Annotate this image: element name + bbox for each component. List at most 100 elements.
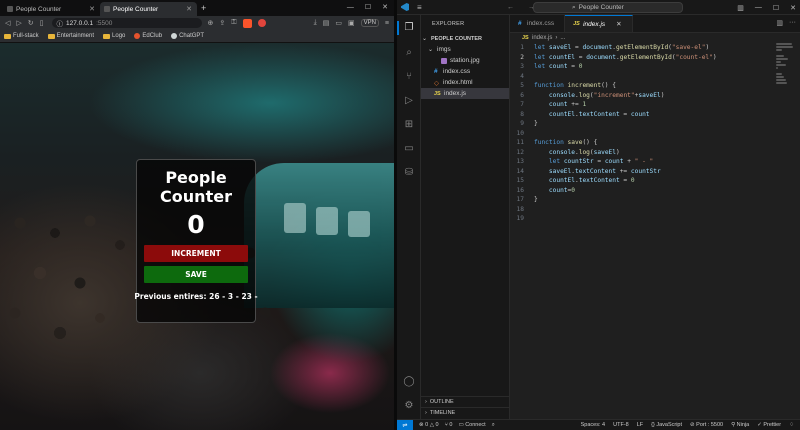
run-debug-icon[interactable]: ▷ bbox=[403, 95, 415, 107]
connect-button[interactable]: ▭ Connect bbox=[458, 422, 485, 428]
wallet-icon[interactable]: ▣ bbox=[348, 19, 355, 27]
maximize-icon[interactable]: ☐ bbox=[773, 4, 779, 12]
code-line[interactable]: 13 let countStr = count + " - " bbox=[510, 157, 770, 167]
code-line[interactable]: 4 bbox=[510, 72, 770, 82]
address-bar[interactable]: ⓘ 127.0.0.1:5500 bbox=[51, 18, 202, 28]
forward-icon[interactable]: ▷ bbox=[16, 19, 21, 27]
code-line[interactable]: 5 function increment() { bbox=[510, 81, 770, 91]
download-icon[interactable]: ⤓ bbox=[314, 19, 317, 27]
command-center-search[interactable]: ⌕ People Counter bbox=[533, 2, 683, 13]
ports-indicator[interactable]: ⑂ 0 bbox=[445, 422, 453, 428]
code-editor[interactable]: 1 let saveEl = document.getElementById("s… bbox=[510, 43, 770, 224]
bookmark-icon[interactable]: ▯ bbox=[40, 19, 44, 27]
bookmark-chatgpt[interactable]: ChatGPT bbox=[171, 33, 204, 39]
code-line[interactable]: 10 bbox=[510, 129, 770, 139]
share-icon[interactable]: ⇪ bbox=[219, 19, 225, 27]
menu-icon[interactable]: ≡ bbox=[417, 3, 422, 12]
close-tab-icon[interactable]: ✕ bbox=[89, 5, 95, 13]
code-text: function increment() { bbox=[534, 82, 616, 89]
settings-gear-icon[interactable]: ⚙ bbox=[403, 400, 415, 412]
split-editor-icon[interactable]: ▥ bbox=[776, 19, 783, 27]
code-line[interactable]: 2 let countEl = document.getElementById("… bbox=[510, 53, 770, 63]
bookmark-full-stack[interactable]: Full-stack bbox=[4, 33, 39, 39]
zoom-icon[interactable]: ⊕ bbox=[208, 19, 214, 27]
code-line[interactable]: 11 function save() { bbox=[510, 138, 770, 148]
close-window-icon[interactable]: ✕ bbox=[382, 3, 388, 11]
status-right: Spaces: 4 UTF-8 LF {} JavaScript ⊘ Port … bbox=[581, 422, 800, 428]
increment-button[interactable]: INCREMENT bbox=[144, 245, 248, 262]
count-display: 0 bbox=[187, 210, 205, 239]
prettier-indicator[interactable]: ✓ Prettier bbox=[757, 422, 781, 428]
back-icon[interactable]: ◁ bbox=[5, 19, 10, 27]
close-tab-icon[interactable]: ✕ bbox=[616, 20, 621, 28]
new-tab-icon[interactable]: + bbox=[201, 2, 206, 16]
close-window-icon[interactable]: ✕ bbox=[790, 4, 796, 12]
code-line[interactable]: 16 count=0 bbox=[510, 186, 770, 196]
account-icon[interactable]: ◯ bbox=[403, 376, 415, 388]
project-folder[interactable]: ⌄ PEOPLE COUNTER bbox=[421, 33, 509, 44]
bookmark-logo[interactable]: Logo bbox=[103, 33, 125, 39]
bookmark-entertainment[interactable]: Entertainment bbox=[47, 33, 94, 39]
remote-indicator-icon[interactable]: ⇌ bbox=[397, 419, 413, 430]
more-actions-icon[interactable]: ··· bbox=[789, 19, 796, 27]
maximize-icon[interactable]: ☐ bbox=[365, 3, 371, 11]
code-line[interactable]: 14 saveEl.textContent += countStr bbox=[510, 167, 770, 177]
eol-indicator[interactable]: LF bbox=[637, 422, 643, 428]
file-index-js[interactable]: JS index.js bbox=[421, 88, 509, 99]
menu-icon[interactable]: ≡ bbox=[385, 20, 389, 27]
extensions-icon[interactable]: ▤ bbox=[323, 19, 330, 27]
code-line[interactable]: 3 let count = 0 bbox=[510, 62, 770, 72]
encoding-indicator[interactable]: UTF-8 bbox=[613, 422, 629, 428]
code-line[interactable]: 6 console.log("increment"+saveEl) bbox=[510, 91, 770, 101]
code-line[interactable]: 9} bbox=[510, 119, 770, 129]
extensions-icon[interactable]: ⊞ bbox=[403, 119, 415, 131]
code-line[interactable]: 8 countEl.textContent = count bbox=[510, 110, 770, 120]
image-file-icon bbox=[441, 57, 447, 64]
folder-imgs[interactable]: ⌄ imgs bbox=[421, 44, 509, 55]
notifications-icon[interactable]: ♢ bbox=[789, 422, 794, 428]
problems-indicator[interactable]: ⊗ 0 △ 0 bbox=[419, 422, 439, 428]
save-button[interactable]: SAVE bbox=[144, 266, 248, 283]
code-line[interactable]: 15 countEl.textContent = 0 bbox=[510, 176, 770, 186]
tab-index-css[interactable]: # index.css bbox=[510, 15, 566, 32]
minimize-icon[interactable]: — bbox=[755, 4, 762, 11]
code-line[interactable]: 17} bbox=[510, 195, 770, 205]
source-control-icon[interactable]: ⑂ bbox=[403, 71, 415, 83]
file-index-html[interactable]: ◇ index.html bbox=[421, 77, 509, 88]
minimap[interactable] bbox=[776, 43, 794, 98]
code-line[interactable]: 18 bbox=[510, 205, 770, 215]
code-line[interactable]: 7 count += 1 bbox=[510, 100, 770, 110]
vpn-button[interactable]: VPN bbox=[360, 19, 379, 27]
tag-icon[interactable]: ⌕ bbox=[492, 422, 495, 429]
file-index-css[interactable]: # index.css bbox=[421, 66, 509, 77]
bookmark-edclub[interactable]: EdClub bbox=[134, 33, 162, 39]
indentation-indicator[interactable]: Spaces: 4 bbox=[581, 422, 605, 428]
language-indicator[interactable]: {} JavaScript bbox=[651, 422, 682, 428]
brave-rewards-icon[interactable] bbox=[257, 19, 266, 27]
minimize-icon[interactable]: — bbox=[347, 4, 354, 11]
brave-shields-icon[interactable] bbox=[242, 18, 252, 28]
code-line[interactable]: 1 let saveEl = document.getElementById("s… bbox=[510, 43, 770, 53]
code-line[interactable]: 12 console.log(saveEl) bbox=[510, 148, 770, 158]
ninja-indicator[interactable]: ⚲ Ninja bbox=[731, 422, 749, 428]
chevron-down-icon: ⌄ bbox=[421, 36, 428, 42]
remote-explorer-icon[interactable]: ▭ bbox=[403, 143, 415, 155]
code-line[interactable]: 19 bbox=[510, 214, 770, 224]
browser-tab-1[interactable]: People Counter ✕ bbox=[3, 2, 100, 16]
file-station-jpg[interactable]: station.jpg bbox=[421, 55, 509, 66]
browser-tab-2[interactable]: People Counter ✕ bbox=[100, 2, 197, 16]
sidebar-icon[interactable]: ▭ bbox=[335, 19, 342, 27]
reload-icon[interactable]: ↻ bbox=[28, 19, 34, 27]
explorer-icon[interactable]: ❐ bbox=[403, 22, 415, 34]
database-icon[interactable]: ⛁ bbox=[403, 167, 415, 179]
page-title: People Counter bbox=[160, 168, 232, 206]
outline-section[interactable]: › OUTLINE bbox=[421, 396, 510, 407]
live-server-indicator[interactable]: ⊘ Port : 5500 bbox=[690, 422, 723, 428]
search-icon[interactable]: ⌕ bbox=[403, 47, 415, 59]
tab-index-js[interactable]: JS index.js ✕ bbox=[565, 15, 633, 32]
close-tab-icon[interactable]: ✕ bbox=[186, 5, 192, 13]
timeline-section[interactable]: › TIMELINE bbox=[421, 407, 510, 418]
layout-icon[interactable]: ▥ bbox=[737, 4, 744, 12]
key-icon[interactable]: ⚿ bbox=[231, 19, 236, 27]
site-info-icon[interactable]: ⓘ bbox=[57, 18, 64, 28]
